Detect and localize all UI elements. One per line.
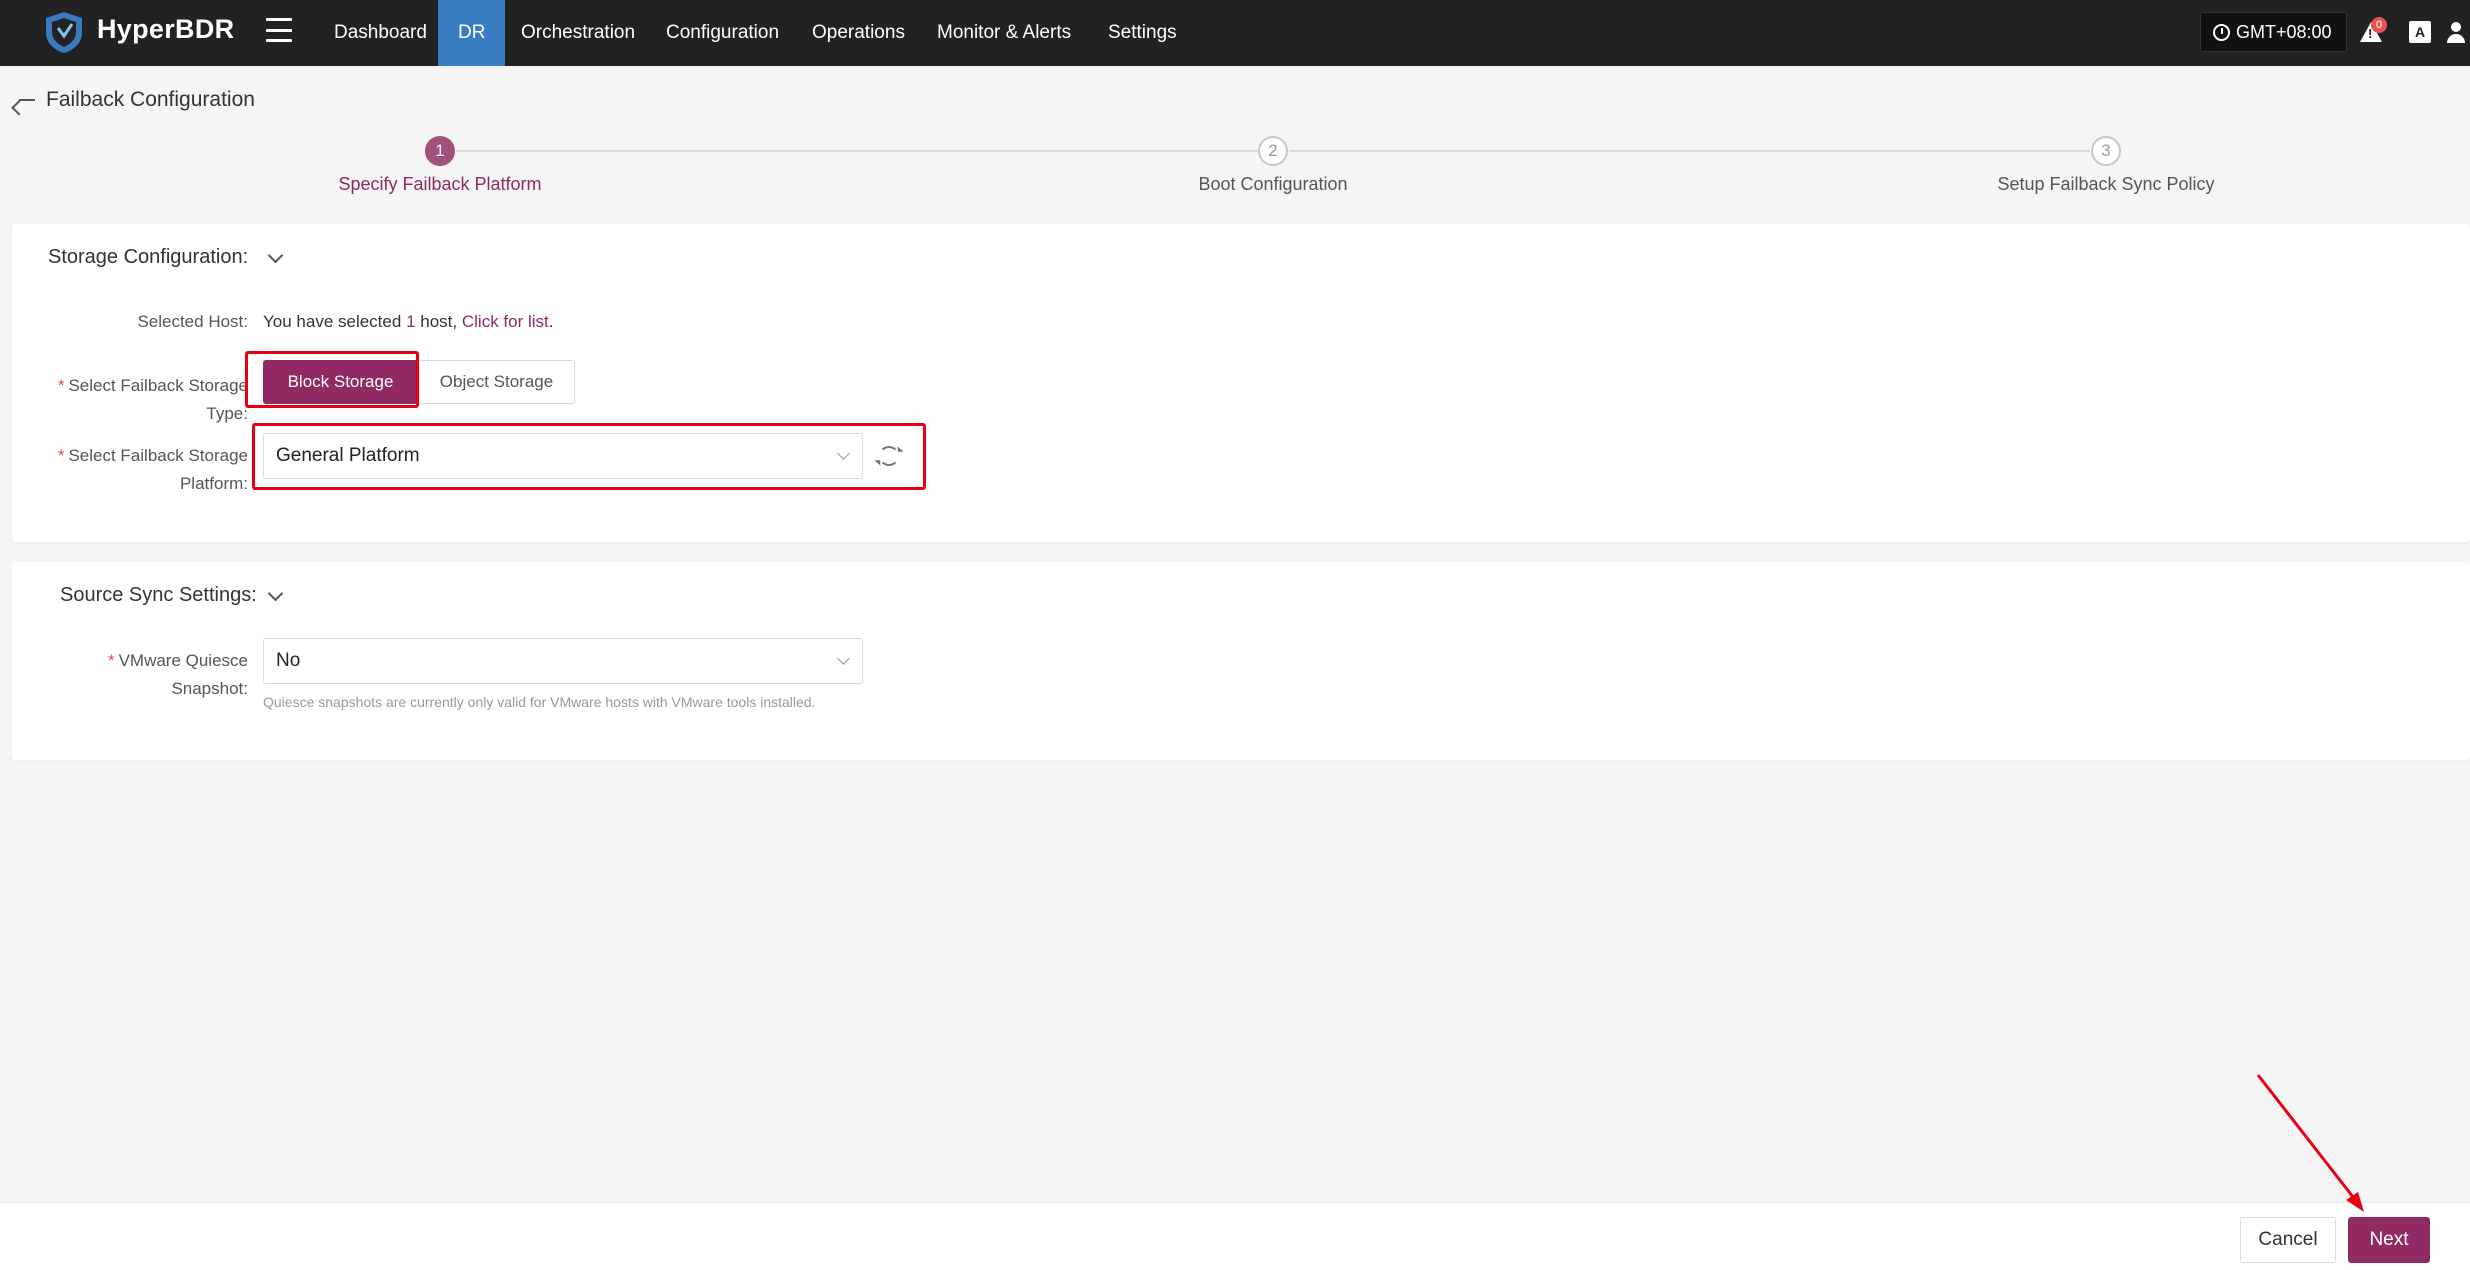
selected-host-prefix: You have selected bbox=[263, 312, 402, 331]
footer-bar bbox=[0, 1202, 2470, 1270]
page-title: Failback Configuration bbox=[46, 88, 255, 111]
nav-orchestration[interactable]: Orchestration bbox=[501, 0, 655, 66]
selected-host-end: . bbox=[548, 312, 554, 331]
chevron-down-icon bbox=[837, 652, 850, 665]
language-icon[interactable]: A bbox=[2409, 21, 2431, 43]
selected-host-label: Selected Host: bbox=[137, 312, 248, 331]
object-storage-button[interactable]: Object Storage bbox=[418, 360, 575, 404]
vmware-quiesce-select[interactable]: No bbox=[263, 638, 863, 684]
vmware-quiesce-hint: Quiesce snapshots are currently only val… bbox=[263, 694, 816, 710]
nav-dr[interactable]: DR bbox=[438, 0, 506, 66]
clock-icon bbox=[2213, 23, 2230, 41]
nav-settings[interactable]: Settings bbox=[1088, 0, 1197, 66]
step-2-label: Boot Configuration bbox=[1198, 174, 1348, 194]
nav-monitor-alerts[interactable]: Monitor & Alerts bbox=[917, 0, 1091, 66]
storage-configuration-title: Storage Configuration: bbox=[48, 246, 249, 268]
hyperbdr-shield-logo[interactable] bbox=[40, 8, 88, 56]
back-arrow-icon[interactable] bbox=[16, 90, 36, 110]
next-button[interactable]: Next bbox=[2348, 1217, 2430, 1263]
menu-toggle-icon[interactable] bbox=[266, 18, 292, 42]
vmware-quiesce-value: No bbox=[276, 650, 301, 671]
source-sync-settings-title: Source Sync Settings: bbox=[60, 584, 257, 606]
annotation-highlight-storage-type bbox=[245, 351, 419, 408]
nav-configuration[interactable]: Configuration bbox=[646, 0, 799, 66]
cancel-button[interactable]: Cancel bbox=[2240, 1217, 2336, 1263]
step-1-label: Specify Failback Platform bbox=[338, 174, 542, 194]
storage-platform-label: * Select Failback Storage Platform: bbox=[57, 446, 248, 493]
alert-count-badge: 0 bbox=[2371, 17, 2387, 33]
click-for-list-link[interactable]: Click for list bbox=[462, 312, 549, 331]
step-connector-2-3 bbox=[1289, 150, 2090, 152]
user-icon[interactable] bbox=[2446, 22, 2466, 44]
step-1-indicator: 1 bbox=[425, 136, 455, 166]
timezone-label: GMT+08:00 bbox=[2236, 21, 2332, 42]
selected-host-suffix: host, bbox=[420, 312, 458, 331]
nav-operations[interactable]: Operations bbox=[792, 0, 925, 66]
selected-host-info: You have selected 1 host, Click for list… bbox=[263, 312, 554, 332]
storage-type-label: * Select Failback Storage Type: bbox=[57, 376, 248, 423]
step-connector-1-2 bbox=[456, 150, 1257, 152]
annotation-highlight-storage-platform bbox=[252, 423, 926, 490]
nav-dashboard[interactable]: Dashboard bbox=[314, 0, 447, 66]
step-2-indicator: 2 bbox=[1258, 136, 1288, 166]
selected-host-count: 1 bbox=[406, 312, 416, 331]
vmware-quiesce-label: * VMware Quiesce Snapshot: bbox=[107, 651, 248, 698]
annotation-arrow bbox=[2256, 1074, 2364, 1212]
step-3-indicator: 3 bbox=[2091, 136, 2121, 166]
timezone-selector[interactable]: GMT+08:00 bbox=[2200, 12, 2347, 52]
brand-name: HyperBDR bbox=[97, 14, 235, 44]
top-navbar: HyperBDR Dashboard DR Orchestration Conf… bbox=[0, 0, 2470, 66]
step-3-label: Setup Failback Sync Policy bbox=[1997, 174, 2215, 194]
